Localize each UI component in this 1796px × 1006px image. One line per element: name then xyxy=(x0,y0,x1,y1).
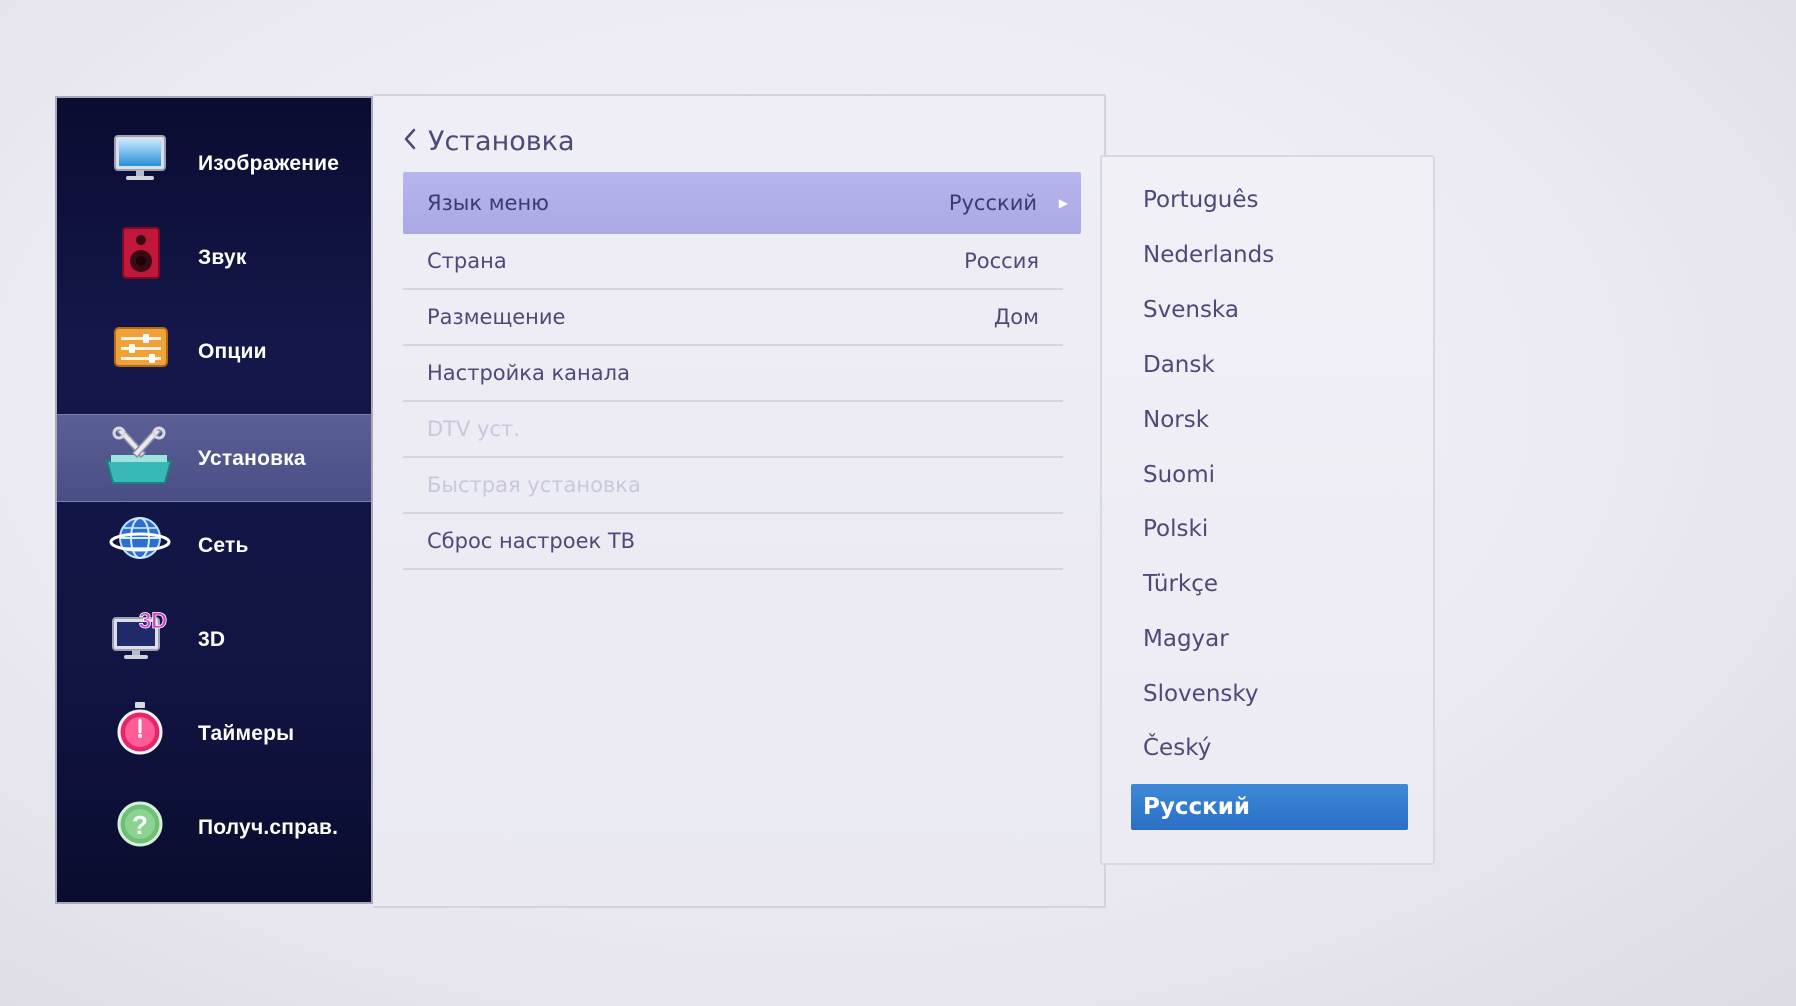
svg-text:3D: 3D xyxy=(139,608,167,633)
row-value: Дом xyxy=(993,305,1039,329)
row-label: Сброс настроек ТВ xyxy=(427,529,636,553)
tv-settings-menu: Изображение Звук Опции Установка Сеть 3D… xyxy=(0,0,1796,1006)
speaker-icon xyxy=(109,224,171,286)
sidebar-item-picture[interactable]: Изображение xyxy=(57,120,371,208)
back-button[interactable] xyxy=(397,118,423,164)
monitor-icon xyxy=(109,130,171,192)
sidebar-item-label: Сеть xyxy=(198,534,249,557)
options-icon xyxy=(109,318,171,380)
svg-text:?: ? xyxy=(132,810,148,840)
sidebar-item-label: Изображение xyxy=(198,152,340,175)
globe-icon xyxy=(109,512,171,574)
language-option[interactable]: Dansk xyxy=(1131,342,1408,388)
language-option[interactable]: Português xyxy=(1131,177,1408,223)
sidebar-item-3d[interactable]: 3D 3D xyxy=(57,596,371,684)
row-label: Размещение xyxy=(427,305,566,329)
sidebar-item-network[interactable]: Сеть xyxy=(57,502,371,590)
language-option[interactable]: Magyar xyxy=(1131,616,1408,662)
sidebar-item-timers[interactable]: Таймеры xyxy=(57,690,371,778)
3d-monitor-icon: 3D xyxy=(109,606,171,668)
category-sidebar: Изображение Звук Опции Установка Сеть 3D… xyxy=(55,96,373,904)
location-row[interactable]: Размещение Дом xyxy=(403,290,1063,346)
language-option[interactable]: Suomi xyxy=(1131,452,1408,498)
row-label: Настройка канала xyxy=(427,361,630,385)
language-dropdown: Português Nederlands Svenska Dansk Norsk… xyxy=(1100,155,1435,865)
menu-language-row[interactable]: Язык меню Русский ▶ xyxy=(403,172,1081,234)
row-value: Россия xyxy=(964,249,1039,273)
language-option[interactable]: Český xyxy=(1131,725,1408,771)
row-label: DTV уст. xyxy=(427,417,520,441)
row-label: Страна xyxy=(427,249,507,273)
sidebar-item-options[interactable]: Опции xyxy=(57,308,371,396)
row-label: Быстрая установка xyxy=(427,473,641,497)
language-option[interactable]: Türkçe xyxy=(1131,561,1408,607)
sidebar-item-label: Опции xyxy=(198,340,267,363)
language-option[interactable]: Nederlands xyxy=(1131,232,1408,278)
help-icon: ? xyxy=(109,794,171,856)
sidebar-item-label: Звук xyxy=(198,246,247,269)
sidebar-item-help[interactable]: ? Получ.справ. xyxy=(57,784,371,872)
tv-reset-row[interactable]: Сброс настроек ТВ xyxy=(403,514,1063,570)
dtv-setup-row: DTV уст. xyxy=(403,402,1063,458)
settings-list: Язык меню Русский ▶ Страна Россия Размещ… xyxy=(403,172,1081,570)
quick-setup-row: Быстрая установка xyxy=(403,458,1063,514)
language-option-selected[interactable]: Русский xyxy=(1131,784,1408,830)
page-title: Установка xyxy=(428,125,575,157)
row-value: Русский xyxy=(948,191,1037,215)
language-option[interactable]: Svenska xyxy=(1131,287,1408,333)
sidebar-item-label: Установка xyxy=(198,447,306,470)
chevron-left-icon xyxy=(402,127,418,155)
sidebar-item-setup[interactable]: Установка xyxy=(57,414,371,502)
language-option[interactable]: Norsk xyxy=(1131,397,1408,443)
tools-icon xyxy=(101,425,177,487)
sidebar-item-label: 3D xyxy=(198,628,226,651)
language-option[interactable]: Slovensky xyxy=(1131,671,1408,717)
setup-panel: Установка Язык меню Русский ▶ Страна Рос… xyxy=(373,94,1106,908)
sidebar-item-label: Таймеры xyxy=(198,722,295,745)
channel-setup-row[interactable]: Настройка канала xyxy=(403,346,1063,402)
arrow-right-icon: ▶ xyxy=(1058,196,1068,210)
row-label: Язык меню xyxy=(427,191,549,215)
country-row[interactable]: Страна Россия xyxy=(403,234,1063,290)
sidebar-item-label: Получ.справ. xyxy=(198,816,339,839)
timer-icon xyxy=(109,700,171,762)
language-option[interactable]: Polski xyxy=(1131,506,1408,552)
sidebar-item-sound[interactable]: Звук xyxy=(57,214,371,302)
